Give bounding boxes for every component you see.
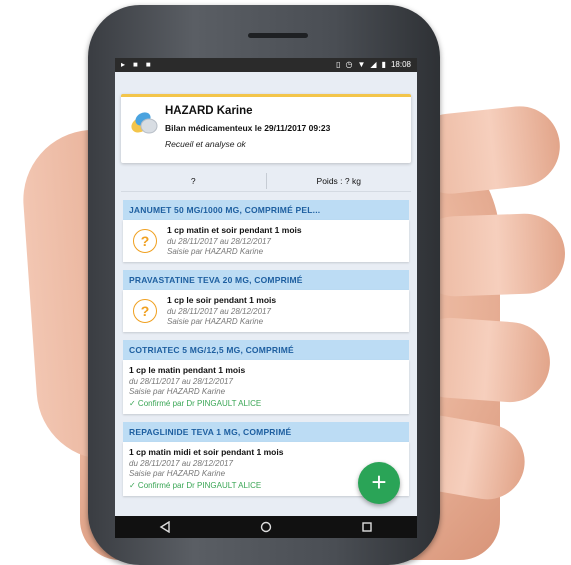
status-bar: ▸ ■ ■ ▯ ◷ ▼ ◢ ▮ 18:08 [115,58,417,72]
question-icon: ? [133,229,157,253]
alarm-icon: ◷ [345,60,353,69]
vibrate-icon: ▯ [336,60,341,69]
app-screen: ▸ ■ ■ ▯ ◷ ▼ ◢ ▮ 18:08 HAZARD Karine Bila… [115,58,417,538]
medication-name: COTRIATEC 5 MG/12,5 MG, COMPRIMÉ [123,340,409,360]
medication-posology: 1 cp le soir pendant 1 mois [167,295,277,305]
patient-name: HAZARD Karine [165,105,253,117]
medication-body: ? 1 cp le soir pendant 1 mois du 28/11/2… [123,290,409,332]
home-icon [260,521,272,533]
medication-body: 1 cp le matin pendant 1 mois du 28/11/20… [123,360,409,414]
question-icon: ? [133,299,157,323]
patient-stats-row: ? Poids : ? kg [121,171,411,192]
recents-icon [361,522,372,532]
android-nav-bar [115,516,417,538]
back-button[interactable] [156,518,174,536]
home-button[interactable] [257,518,275,536]
pills-icon [131,112,158,134]
medication-posology: 1 cp le matin pendant 1 mois [129,365,246,375]
medication-confirmation: ✓ Confirmé par Dr PINGAULT ALICE [129,399,262,408]
battery-icon: ▮ [381,60,386,69]
stat-weight: Poids : ? kg [316,176,361,186]
medication-dates: du 28/11/2017 au 28/12/2017 [167,237,271,246]
medication-card[interactable]: JANUMET 50 MG/1000 MG, COMPRIMÉ PEL... ?… [123,200,409,262]
medication-card[interactable]: PRAVASTATINE TEVA 20 MG, COMPRIMÉ ? 1 cp… [123,270,409,332]
medication-name: JANUMET 50 MG/1000 MG, COMPRIMÉ PEL... [123,200,409,220]
notification-icon: ■ [133,60,138,69]
medication-posology: 1 cp matin midi et soir pendant 1 mois [129,447,284,457]
recueil-status: Recueil et analyse ok [165,139,246,149]
medication-dates: du 28/11/2017 au 28/12/2017 [129,377,233,386]
medication-entered-by: Saisie par HAZARD Karine [129,387,226,396]
medication-entered-by: Saisie par HAZARD Karine [167,317,264,326]
back-icon [160,521,171,533]
stat-left: ? [190,176,196,186]
recents-button[interactable] [358,518,376,536]
bilan-date: Bilan médicamenteux le 29/11/2017 09:23 [165,123,331,133]
medication-dates: du 28/11/2017 au 28/12/2017 [129,459,233,468]
patient-summary-card[interactable]: HAZARD Karine Bilan médicamenteux le 29/… [121,94,411,163]
medication-card[interactable]: COTRIATEC 5 MG/12,5 MG, COMPRIMÉ 1 cp le… [123,340,409,414]
notification-icon: ■ [145,60,151,69]
medication-dates: du 28/11/2017 au 28/12/2017 [167,307,271,316]
medication-body: ? 1 cp matin et soir pendant 1 mois du 2… [123,220,409,262]
wifi-icon: ▼ [357,60,366,69]
medication-name: REPAGLINIDE TEVA 1 MG, COMPRIMÉ [123,422,409,442]
medication-entered-by: Saisie par HAZARD Karine [167,247,264,256]
signal-icon: ◢ [370,60,377,69]
medication-posology: 1 cp matin et soir pendant 1 mois [167,225,302,235]
add-medication-button[interactable]: + [358,462,400,504]
medication-name: PRAVASTATINE TEVA 20 MG, COMPRIMÉ [123,270,409,290]
notification-icon: ▸ [121,60,126,69]
status-time: 18:08 [390,60,411,69]
phone-speaker [248,33,308,38]
